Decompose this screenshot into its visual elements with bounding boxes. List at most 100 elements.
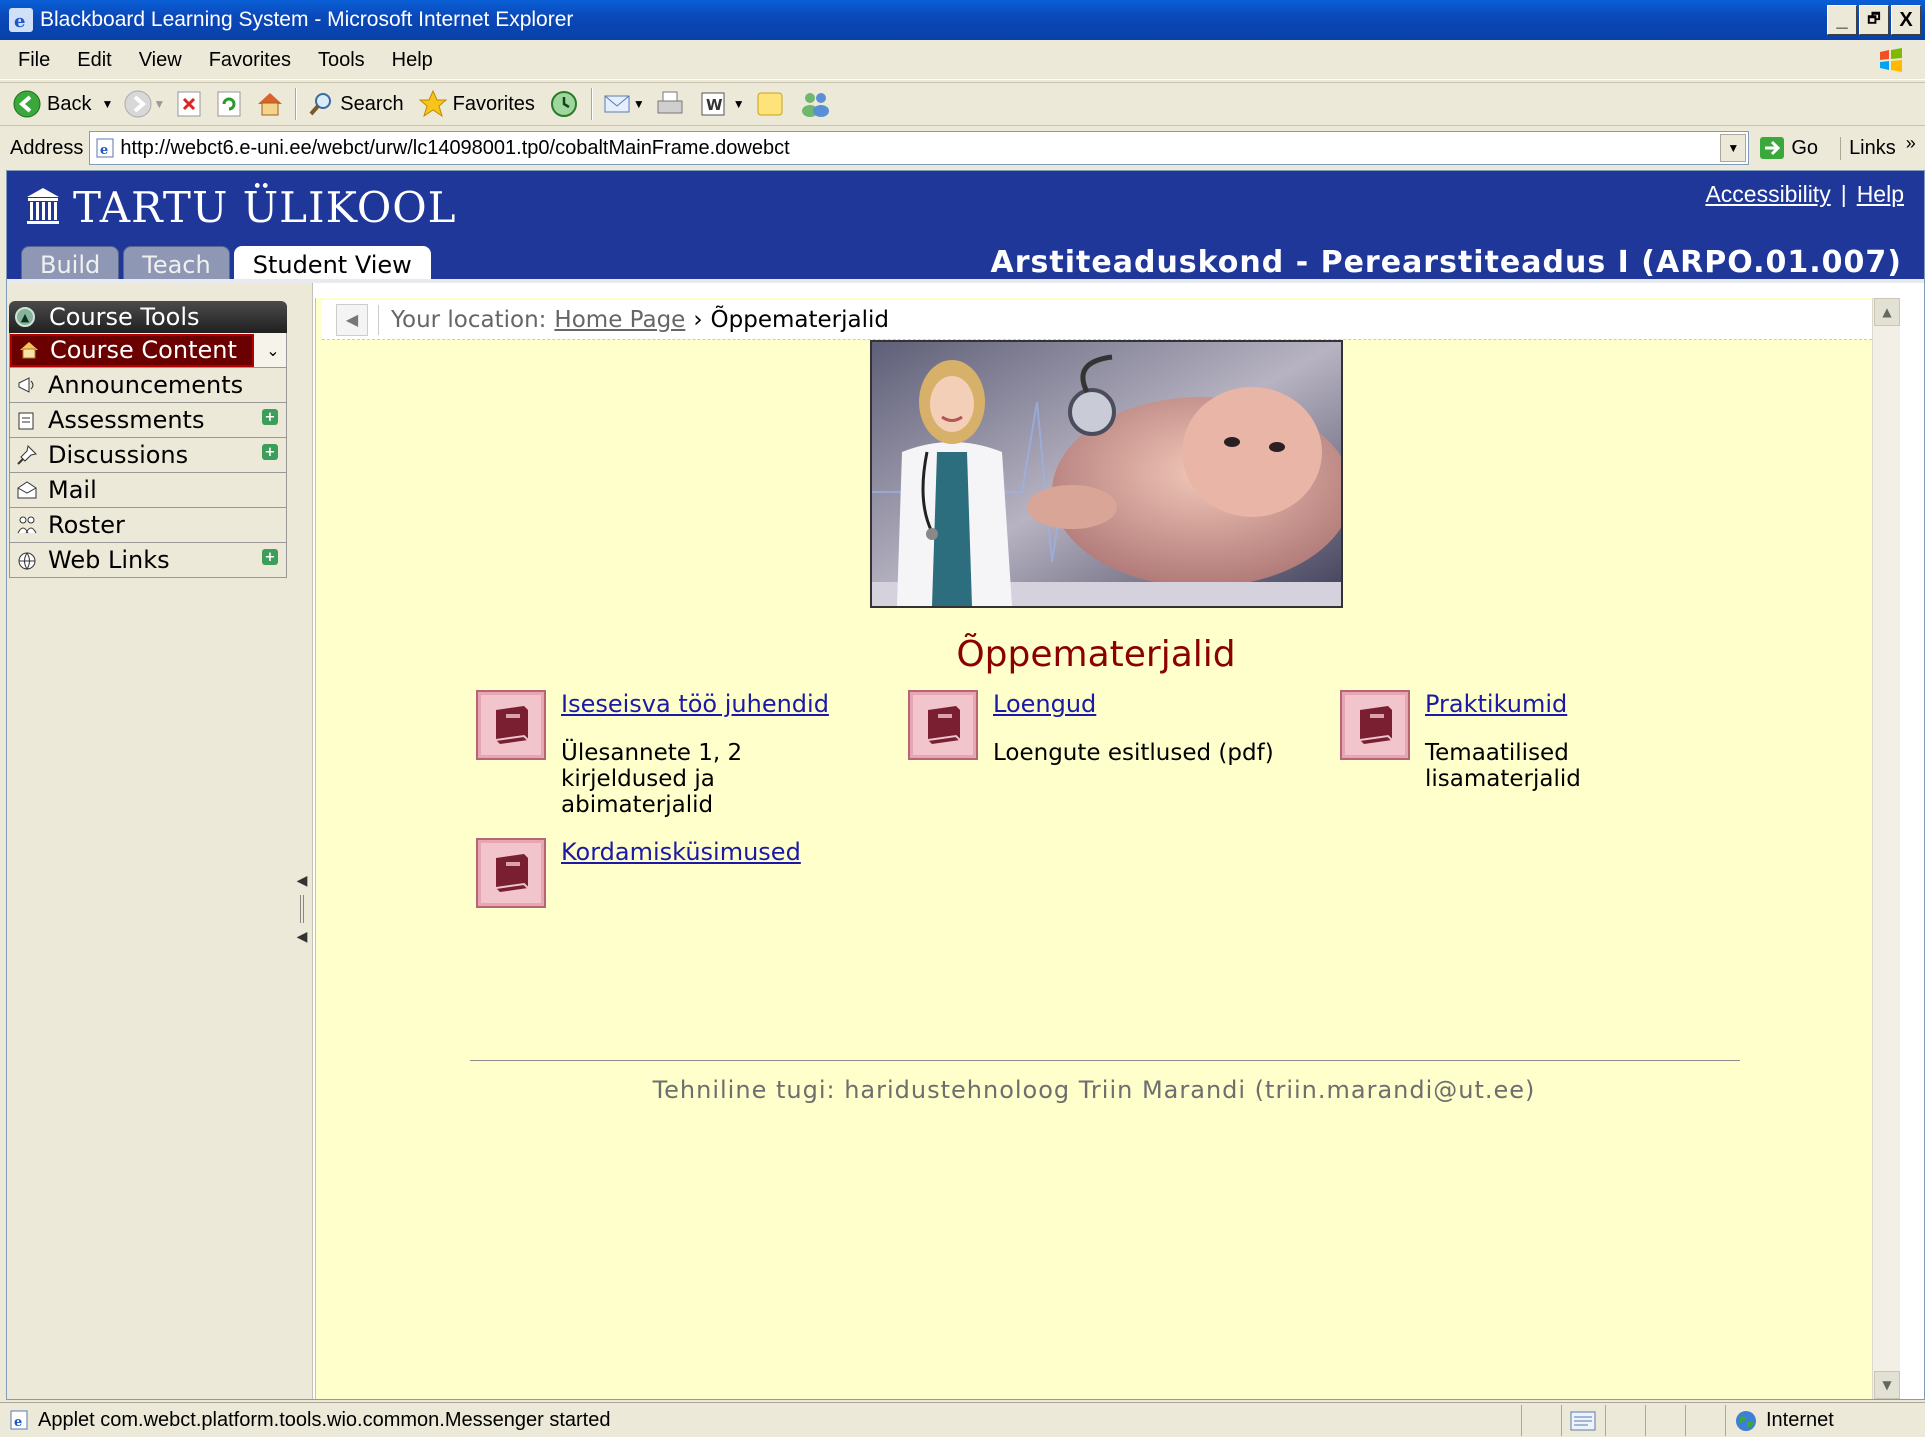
book-icon[interactable] — [476, 838, 546, 908]
menu-view[interactable]: View — [139, 49, 182, 72]
globe-icon — [18, 552, 36, 570]
people-icon — [17, 516, 37, 534]
collapse-up-icon[interactable]: ▲ — [15, 307, 35, 327]
course-title: Arstiteaduskond - Perearstiteadus I (ARP… — [990, 245, 1902, 280]
go-button[interactable]: Go — [1759, 136, 1818, 160]
address-bar: Address e http://webct6.e-uni.ee/webct/u… — [0, 128, 1925, 168]
scroll-down-icon[interactable]: ▼ — [1874, 1371, 1900, 1399]
vertical-scrollbar[interactable]: ▲ ▼ — [1872, 298, 1900, 1399]
tool-discussions[interactable]: Discussions + — [9, 438, 287, 473]
folder-link[interactable]: Kordamisküsimused — [561, 838, 801, 866]
accessibility-link[interactable]: Accessibility — [1705, 181, 1830, 207]
address-dropdown-icon[interactable]: ▼ — [1720, 134, 1747, 162]
help-link[interactable]: Help — [1857, 181, 1904, 207]
top-links: Accessibility | Help — [1705, 181, 1904, 208]
chevron-down-icon[interactable]: ⌄ — [262, 337, 284, 363]
status-bar: e Applet com.webct.platform.tools.wio.co… — [0, 1402, 1925, 1437]
address-input[interactable]: e http://webct6.e-uni.ee/webct/urw/lc140… — [89, 131, 1750, 165]
edit-dropdown-icon[interactable]: ▼ — [733, 97, 745, 111]
favorites-label: Favorites — [452, 92, 535, 115]
favorites-button[interactable]: Favorites — [418, 89, 535, 119]
view-tabs: Build Teach Student View — [21, 246, 431, 283]
breadcrumb-back-button[interactable]: ◀ — [336, 303, 368, 336]
page-title: Õppematerjalid — [956, 634, 1236, 675]
breadcrumb-arrow: › — [693, 306, 703, 333]
home-icon[interactable] — [255, 90, 285, 118]
collapse-left-icon: ◀ — [296, 873, 308, 889]
messenger-icon[interactable] — [799, 89, 831, 119]
tab-build[interactable]: Build — [21, 246, 120, 283]
restore-button[interactable]: 🗗 — [1859, 5, 1889, 35]
close-button[interactable]: X — [1891, 5, 1921, 35]
discuss-icon[interactable] — [755, 89, 785, 119]
standard-toolbar: Back ▼ ▼ Search Favorites ▼ W ▼ — [0, 82, 1925, 126]
course-tools-list: Course Content ⌄ Announcements Assessmen… — [9, 333, 287, 578]
add-icon[interactable]: + — [262, 549, 278, 565]
page-icon: e — [10, 1410, 28, 1430]
menu-file[interactable]: File — [18, 49, 50, 72]
stop-icon[interactable] — [175, 90, 203, 118]
search-label: Search — [340, 92, 404, 115]
tool-web-links[interactable]: Web Links + — [9, 543, 287, 578]
address-label: Address — [10, 136, 84, 159]
window-titlebar[interactable]: e Blackboard Learning System - Microsoft… — [0, 0, 1925, 40]
book-icon[interactable] — [476, 690, 546, 760]
mail-dropdown-icon[interactable]: ▼ — [633, 97, 645, 111]
breadcrumb-current: Õppematerjalid — [710, 306, 889, 333]
tool-label: Discussions — [48, 441, 189, 469]
forward-dropdown-icon[interactable]: ▼ — [153, 97, 165, 111]
print-icon[interactable] — [655, 89, 685, 119]
menu-favorites[interactable]: Favorites — [209, 49, 291, 72]
tool-roster[interactable]: Roster — [9, 508, 287, 543]
top-links-separator: | — [1840, 181, 1847, 207]
search-icon — [309, 93, 332, 116]
university-building-icon — [27, 187, 59, 224]
back-button[interactable]: Back — [12, 89, 91, 119]
back-dropdown-icon[interactable]: ▼ — [101, 97, 113, 111]
mail-icon[interactable] — [603, 90, 633, 118]
tool-assessments[interactable]: Assessments + — [9, 403, 287, 438]
add-icon[interactable]: + — [262, 444, 278, 460]
collapse-left-icon: ◀ — [296, 929, 308, 945]
tab-teach[interactable]: Teach — [123, 246, 230, 283]
folder-link[interactable]: Iseseisva töö juhendid — [561, 690, 829, 718]
pin-icon — [17, 444, 38, 465]
search-button[interactable]: Search — [307, 90, 404, 118]
scroll-up-icon[interactable]: ▲ — [1874, 298, 1900, 326]
mail-icon — [17, 481, 37, 499]
folder-link[interactable]: Loengud — [993, 690, 1096, 718]
refresh-icon[interactable] — [215, 90, 243, 118]
menu-edit[interactable]: Edit — [77, 49, 111, 72]
tab-student-view[interactable]: Student View — [233, 246, 431, 283]
tool-label: Roster — [48, 511, 125, 539]
forward-arrow-icon[interactable] — [123, 89, 153, 119]
minimize-button[interactable]: _ — [1827, 5, 1857, 35]
window-title: Blackboard Learning System - Microsoft I… — [40, 8, 574, 31]
svg-text:e: e — [14, 1415, 22, 1430]
history-icon[interactable] — [549, 89, 579, 119]
address-url: http://webct6.e-uni.ee/webct/urw/lc14098… — [120, 136, 790, 159]
breadcrumb-home-link[interactable]: Home Page — [554, 307, 685, 333]
add-icon[interactable]: + — [262, 409, 278, 425]
svg-text:e: e — [100, 143, 108, 158]
book-icon[interactable] — [908, 690, 978, 760]
course-tools-header[interactable]: ▲ Course Tools — [9, 301, 287, 333]
folder-link[interactable]: Praktikumid — [1425, 690, 1567, 718]
windows-flag-icon — [1880, 48, 1902, 72]
links-chevron-icon[interactable]: » — [1906, 133, 1916, 154]
logo-text: TARTU ÜLIKOOL — [73, 183, 457, 232]
folder-description: Loengute esitlused (pdf) — [993, 740, 1274, 766]
menu-help[interactable]: Help — [392, 49, 433, 72]
links-button[interactable]: Links — [1840, 136, 1896, 160]
university-logo[interactable]: TARTU ÜLIKOOL — [25, 183, 457, 232]
tool-announcements[interactable]: Announcements — [9, 368, 287, 403]
edit-word-icon[interactable]: W — [699, 90, 727, 118]
tool-course-content[interactable]: Course Content ⌄ — [9, 333, 287, 368]
course-tools-title: Course Tools — [49, 303, 200, 331]
tool-mail[interactable]: Mail — [9, 473, 287, 508]
menu-tools[interactable]: Tools — [318, 49, 365, 72]
book-icon[interactable] — [1340, 690, 1410, 760]
menu-bar: File Edit View Favorites Tools Help — [0, 42, 1925, 80]
ie-icon: e — [9, 8, 33, 32]
panel-collapse-handle[interactable]: ◀ ◀ — [295, 873, 309, 945]
